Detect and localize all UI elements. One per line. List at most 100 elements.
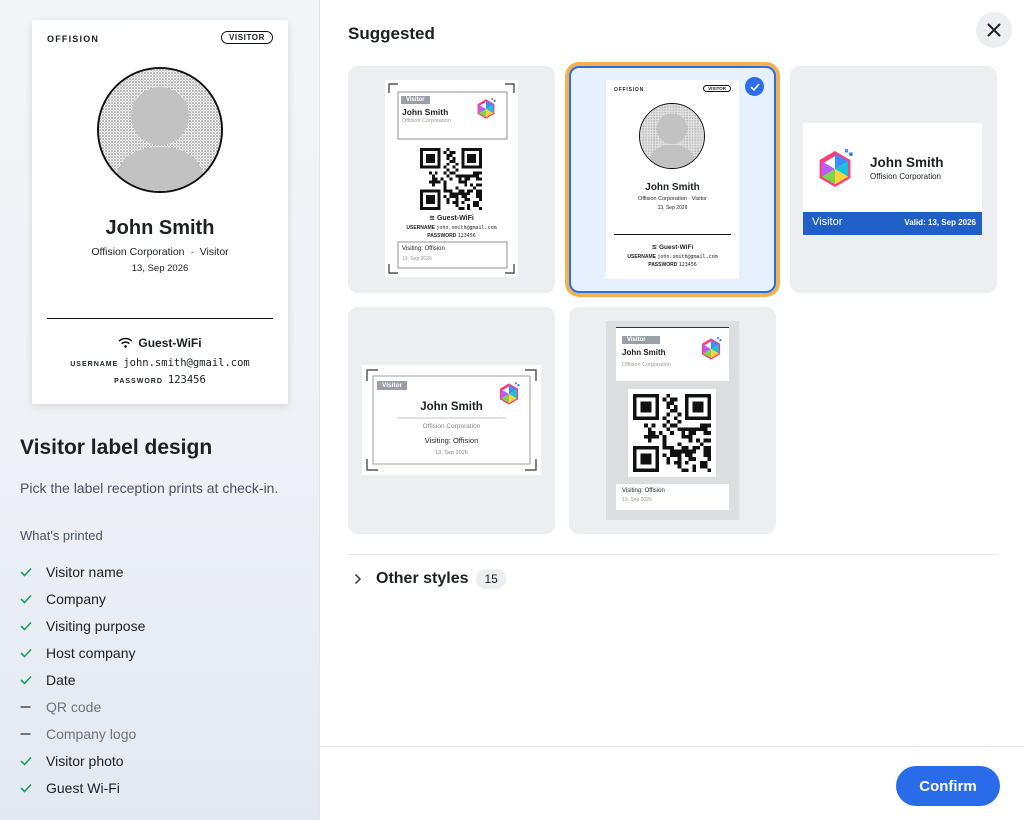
other-styles-label: Other styles (376, 570, 469, 587)
field-date: Date (20, 666, 145, 693)
thumb-wifi: ≋ Guest-WiFi (429, 215, 474, 222)
preview-visitor-name: John Smith (105, 217, 215, 239)
thumb-wifi: ≋ Guest-WiFi (651, 244, 694, 251)
dash-icon (20, 705, 31, 708)
thumb-brand: OFFISION (614, 87, 645, 93)
check-icon (20, 648, 32, 658)
preview-username-line: USERNAME john.smith@gmail.com (32, 357, 288, 369)
thumb-avatar (639, 103, 705, 169)
preview-wifi-line: Guest-WiFi (32, 336, 288, 350)
thumb-gray-qr: Visitor John Smith Offision Corporation … (606, 321, 739, 520)
design-card-5[interactable]: Visitor John Smith Offision Corporation … (569, 307, 776, 534)
preview-visitor-badge: VISITOR (220, 31, 273, 44)
field-host-company: Host company (20, 639, 145, 666)
thumb-footer-block: Visiting: Offision 13, Sep 2026 (616, 484, 729, 510)
thumb-company: Offision Corporation (870, 172, 941, 181)
suggested-heading: Suggested (348, 24, 435, 43)
other-styles-count: 15 (476, 569, 506, 589)
field-company: Company (20, 585, 145, 612)
hexagon-logo-icon (813, 147, 857, 191)
preview-password: 123456 (167, 374, 206, 386)
preview-username: john.smith@gmail.com (123, 357, 250, 369)
thumb-qr-wifi: Visitor John Smith Offision Corporation … (385, 80, 518, 277)
design-picker: Suggested Visitor John Smith Offision Co… (320, 0, 1024, 820)
preview-username-key: USERNAME (70, 361, 119, 368)
thumb-company: Offision Corporation (622, 362, 671, 368)
close-button[interactable] (976, 12, 1012, 48)
panel-description: Pick the label reception prints at check… (20, 480, 279, 496)
thumb-date: 13, Sep 2026 (622, 497, 652, 503)
check-icon (20, 783, 32, 793)
thumb-user: USERNAME john.smith@gmail.com (406, 225, 497, 231)
other-styles-toggle[interactable]: Other styles 15 (354, 569, 506, 589)
thumb-visitor-tag: Visitor (377, 381, 408, 390)
hexagon-logo-icon (474, 97, 498, 121)
thumb-simple-label: Visitor John Smith Offision Corporation … (362, 365, 541, 475)
confirm-button[interactable]: Confirm (896, 766, 1000, 806)
thumb-valid: Valid: 13, Sep 2026 (904, 218, 976, 227)
check-icon (20, 621, 32, 631)
thumb-date: 13, Sep 2026 (402, 256, 432, 262)
preview-role: Visitor (199, 246, 229, 258)
preview-company-line: Offision Corporation · Visitor (91, 246, 229, 258)
thumb-company: Offision Corporation (402, 118, 451, 124)
preview-password-key: PASSWORD (114, 378, 163, 385)
thumb-header-block: Visitor John Smith Offision Corporation (616, 327, 729, 381)
preview-divider (47, 318, 273, 319)
thumb-badge: VISITOR (703, 85, 731, 92)
thumb-pass: PASSWORD 123456 (427, 233, 476, 239)
check-icon (20, 675, 32, 685)
thumb-qr-block (628, 389, 716, 477)
thumb-date: 13, Sep 2026 (435, 450, 468, 456)
thumb-visiting: Visiting: Offision (622, 488, 665, 494)
thumb-visitor: Visitor (812, 216, 843, 228)
thumb-visitor-tag: Visitor (401, 96, 430, 104)
field-guest-wifi: Guest Wi-Fi (20, 774, 145, 801)
design-card-4[interactable]: Visitor John Smith Offision Corporation … (348, 307, 555, 534)
thumb-name: John Smith (622, 348, 666, 357)
thumb-visitor-tag: Visitor (622, 336, 660, 344)
panel-title: Visitor label design (20, 436, 213, 459)
thumb-pass: PASSWORD 123456 (648, 262, 697, 268)
thumb-name: John Smith (645, 182, 700, 193)
thumb-divider (614, 234, 731, 235)
thumb-date: 13, Sep 2026 (657, 205, 688, 211)
thumb-visiting: Visiting: Offision (424, 436, 479, 445)
thumb-name: John Smith (870, 155, 944, 170)
design-card-3[interactable]: John Smith Offision Corporation Visitor … (790, 66, 997, 293)
thumb-name: John Smith (420, 401, 483, 413)
check-icon (20, 756, 32, 766)
close-icon (987, 23, 1001, 37)
wifi-icon (118, 337, 133, 348)
thumb-banner-label: John Smith Offision Corporation Visitor … (803, 123, 982, 235)
left-panel: OFFISION VISITOR John Smith Offision Cor… (0, 0, 320, 820)
preview-password-line: PASSWORD 123456 (32, 374, 288, 386)
thumb-company: Offision Corporation (422, 423, 481, 430)
preview-company: Offision Corporation (91, 246, 185, 258)
hexagon-logo-icon (698, 336, 724, 362)
label-preview: OFFISION VISITOR John Smith Offision Cor… (32, 20, 288, 404)
check-icon (20, 594, 32, 604)
preview-avatar (97, 67, 223, 193)
design-card-1[interactable]: Visitor John Smith Offision Corporation … (348, 66, 555, 293)
printed-heading: What's printed (20, 528, 103, 543)
field-visitor-name: Visitor name (20, 558, 145, 585)
footer-divider (320, 746, 1024, 747)
thumb-user: USERNAME john.smith@gmail.com (627, 254, 718, 260)
section-divider (348, 554, 997, 555)
printed-fields-list: Visitor name Company Visiting purpose Ho… (20, 558, 145, 801)
qr-code-icon (420, 148, 482, 210)
preview-date: 13, Sep 2026 (131, 263, 189, 274)
preview-wifi-label: Guest-WiFi (138, 336, 202, 350)
thumb-photo-badge: OFFISION VISITOR John Smith Offision Cor… (606, 80, 739, 279)
thumb-sub: Offision Corporation · Visitor (638, 196, 707, 202)
thumb-banner: Visitor Valid: 13, Sep 2026 (803, 212, 982, 235)
qr-code-icon (633, 394, 711, 472)
check-icon (20, 567, 32, 577)
thumb-visiting: Visiting: Offision (402, 246, 445, 252)
field-visitor-photo: Visitor photo (20, 747, 145, 774)
preview-brand: OFFISION (47, 34, 100, 44)
design-card-2-selected[interactable]: OFFISION VISITOR John Smith Offision Cor… (569, 66, 776, 293)
dash-icon (20, 732, 31, 735)
field-qr-code: QR code (20, 693, 145, 720)
